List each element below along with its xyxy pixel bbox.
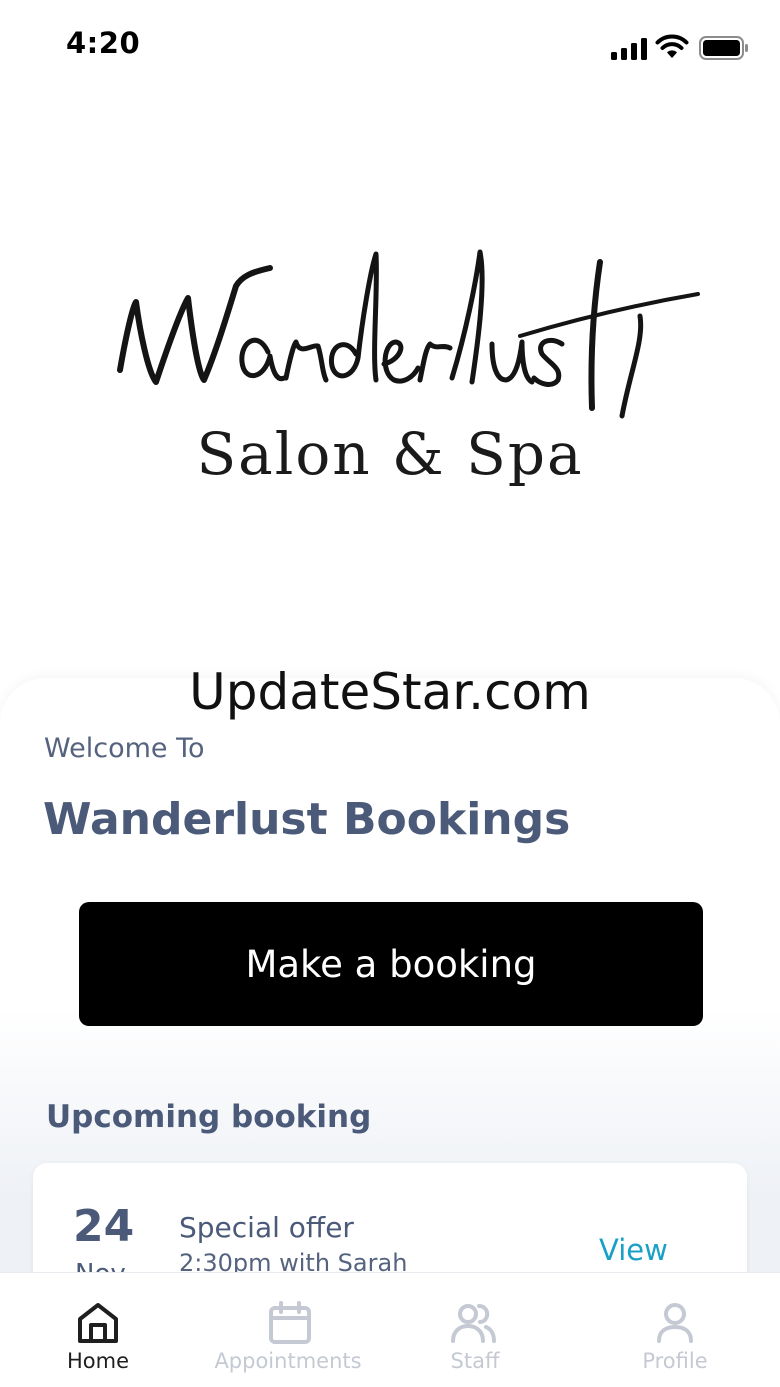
logo-script-image bbox=[117, 249, 700, 419]
wifi-icon bbox=[655, 34, 689, 58]
tab-appointments-label: Appointments bbox=[214, 1349, 362, 1373]
page-title: Wanderlust Bookings bbox=[43, 794, 571, 845]
battery-icon bbox=[699, 36, 748, 60]
status-time: 4:20 bbox=[66, 26, 141, 60]
home-icon bbox=[78, 1303, 118, 1343]
bottom-tab-bar: Home Appointments Staff Profile bbox=[0, 1272, 780, 1387]
tab-staff[interactable]: Staff bbox=[420, 1273, 530, 1387]
people-icon bbox=[451, 1304, 496, 1343]
brand-logo: Salon & Spa bbox=[100, 232, 700, 502]
logo-subtitle: Salon & Spa bbox=[196, 420, 584, 488]
tab-home-label: Home bbox=[66, 1349, 129, 1373]
tab-home[interactable]: Home bbox=[38, 1273, 158, 1387]
tab-profile-label: Profile bbox=[642, 1349, 708, 1373]
status-bar: 4:20 bbox=[0, 0, 780, 94]
booking-title: Special offer bbox=[179, 1211, 354, 1244]
make-booking-button-label: Make a booking bbox=[245, 942, 537, 986]
view-booking-link[interactable]: View bbox=[599, 1233, 668, 1267]
booking-day: 24 bbox=[73, 1201, 135, 1252]
make-booking-button[interactable]: Make a booking bbox=[79, 902, 703, 1026]
upcoming-booking-heading: Upcoming booking bbox=[46, 1099, 372, 1135]
watermark-text: UpdateStar.com bbox=[189, 663, 591, 721]
welcome-label: Welcome To bbox=[44, 733, 205, 764]
tab-staff-label: Staff bbox=[450, 1349, 500, 1373]
calendar-icon bbox=[269, 1301, 311, 1344]
tab-appointments[interactable]: Appointments bbox=[204, 1273, 372, 1387]
person-icon bbox=[657, 1303, 693, 1343]
cellular-signal-icon bbox=[611, 38, 647, 60]
tab-profile[interactable]: Profile bbox=[620, 1273, 730, 1387]
